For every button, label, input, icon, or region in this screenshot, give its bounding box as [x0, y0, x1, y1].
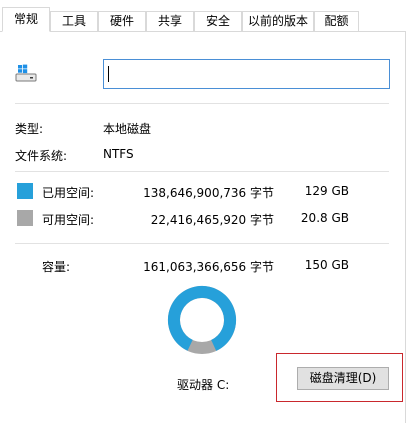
free-space-swatch	[17, 210, 33, 226]
filesystem-label: 文件系统:	[15, 149, 68, 163]
properties-general-tab: 常规 工具 硬件 共享 安全 以前的版本 配额 类型: 本地磁盘 文件系统: N…	[0, 0, 412, 423]
tab-previous-versions[interactable]: 以前的版本	[242, 11, 314, 31]
tab-sharing[interactable]: 共享	[146, 11, 194, 31]
separator	[15, 103, 389, 104]
capacity-label: 容量:	[42, 260, 71, 274]
type-value: 本地磁盘	[103, 122, 152, 136]
tab-tools[interactable]: 工具	[50, 11, 98, 31]
tab-security[interactable]: 安全	[194, 11, 242, 31]
free-space-label: 可用空间:	[42, 213, 95, 227]
used-space-label: 已用空间:	[42, 186, 95, 200]
drive-name-input[interactable]	[103, 59, 390, 89]
capacity-size: 150 GB	[304, 258, 349, 272]
separator	[15, 171, 389, 172]
used-space-swatch	[17, 183, 33, 199]
drive-letter-label: 驱动器 C:	[177, 378, 230, 392]
free-space-bytes: 22,416,465,920 字节	[150, 213, 274, 227]
capacity-bytes: 161,063,366,656 字节	[143, 260, 274, 274]
text-cursor	[108, 66, 109, 82]
tab-quota[interactable]: 配额	[314, 11, 359, 31]
used-space-size: 129 GB	[304, 184, 349, 198]
free-space-size: 20.8 GB	[300, 211, 349, 225]
used-space-bytes: 138,646,900,736 字节	[143, 186, 274, 200]
filesystem-value: NTFS	[103, 147, 134, 161]
tab-bar: 常规 工具 硬件 共享 安全 以前的版本 配额	[0, 0, 412, 32]
disk-cleanup-button[interactable]: 磁盘清理(D)	[297, 367, 389, 390]
drive-icon	[15, 64, 37, 82]
separator	[15, 243, 389, 244]
usage-donut-chart	[168, 286, 236, 354]
tab-general[interactable]: 常规	[2, 7, 50, 32]
tab-hardware[interactable]: 硬件	[98, 11, 146, 31]
type-label: 类型:	[15, 122, 44, 136]
